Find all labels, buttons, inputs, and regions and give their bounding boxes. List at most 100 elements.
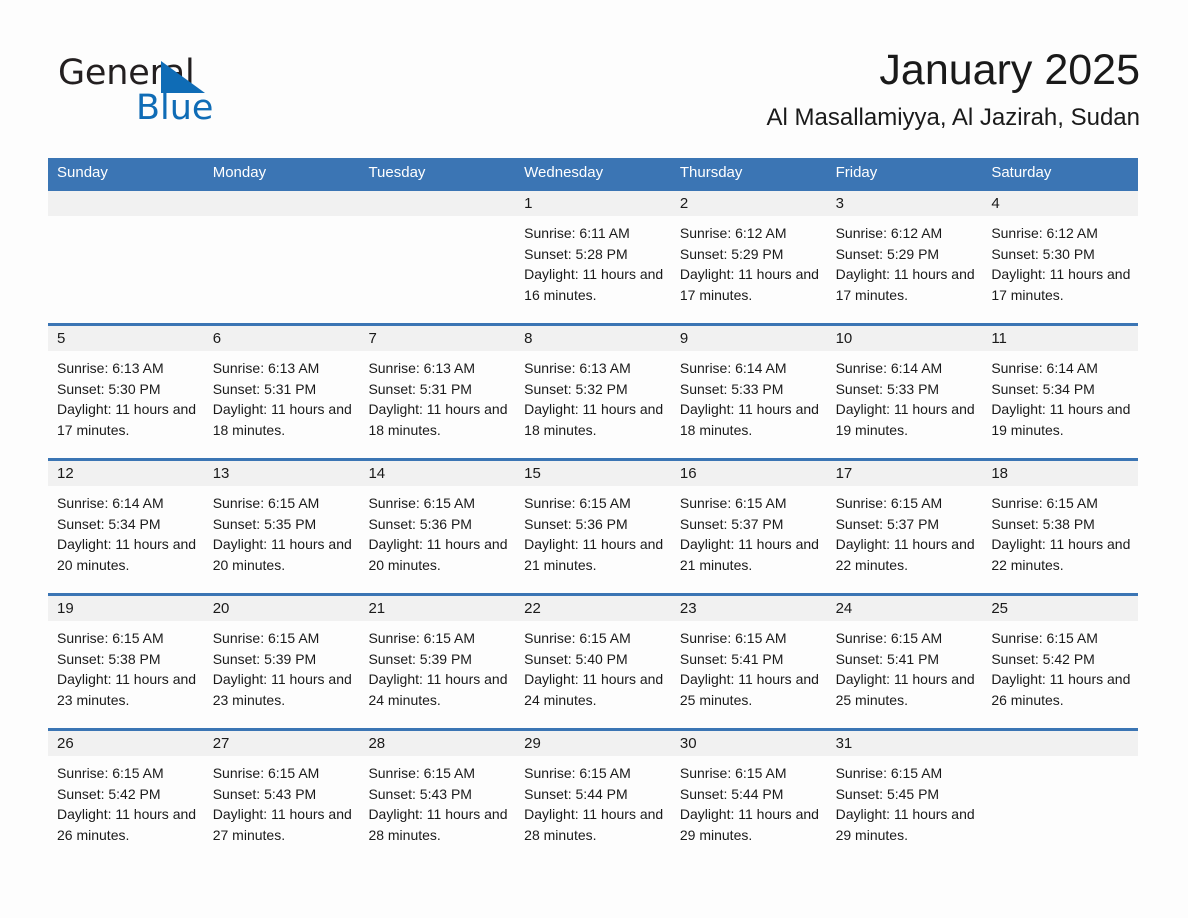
day-details: Sunrise: 6:15 AM Sunset: 5:36 PM Daylight:… [515, 486, 671, 575]
daylight-text: Daylight: 11 hours and 22 minutes. [835, 536, 975, 573]
daylight-text: Daylight: 11 hours and 26 minutes. [991, 671, 1131, 708]
sunrise-text: Sunrise: 6:14 AM [57, 495, 164, 511]
day-details: Sunrise: 6:15 AM Sunset: 5:39 PM Daylight:… [204, 621, 360, 710]
day-number-band: 24 [826, 596, 983, 621]
day-number-band: 14 [359, 461, 516, 486]
day-number-band [203, 191, 360, 216]
calendar-day-cell[interactable]: 20 Sunrise: 6:15 AM Sunset: 5:39 PM Dayligh… [203, 593, 360, 728]
daylight-text: Daylight: 11 hours and 20 minutes. [57, 536, 197, 573]
calendar-day-cell[interactable]: 25 Sunrise: 6:15 AM Sunset: 5:42 PM Dayligh… [982, 593, 1139, 728]
calendar-day-cell[interactable]: 28 Sunrise: 6:15 AM Sunset: 5:43 PM Dayligh… [359, 728, 516, 848]
daylight-text: Daylight: 11 hours and 24 minutes. [368, 671, 508, 708]
sunset-text: Sunset: 5:43 PM [368, 785, 472, 802]
day-number-band: 12 [48, 461, 204, 486]
calendar-day-cell[interactable]: 15 Sunrise: 6:15 AM Sunset: 5:36 PM Dayligh… [515, 458, 671, 593]
sunrise-text: Sunrise: 6:15 AM [524, 630, 631, 646]
page-header: General Blue January 2025 Al Masallamiyy… [48, 44, 1140, 144]
generalblue-logo[interactable]: General Blue [58, 52, 318, 138]
day-number: 14 [368, 465, 386, 482]
day-number: 30 [679, 735, 697, 752]
daylight-text: Daylight: 11 hours and 21 minutes. [524, 536, 664, 573]
weekday-header-saturday: Saturday [991, 164, 1052, 181]
day-number-band: 6 [203, 326, 360, 351]
sunrise-text: Sunrise: 6:15 AM [212, 765, 320, 781]
calendar-day-cell[interactable]: 10 Sunrise: 6:14 AM Sunset: 5:33 PM Dayligh… [826, 323, 983, 458]
day-number-band: 19 [48, 596, 204, 621]
weekday-header-sunday: Sunday [57, 164, 108, 181]
calendar-day-cell[interactable]: 26 Sunrise: 6:15 AM Sunset: 5:42 PM Dayligh… [48, 728, 204, 848]
calendar-day-cell[interactable]: 3 Sunrise: 6:12 AM Sunset: 5:29 PM Daylight… [826, 188, 983, 323]
sunset-text: Sunset: 5:45 PM [835, 785, 940, 802]
calendar-day-cell[interactable]: 19 Sunrise: 6:15 AM Sunset: 5:38 PM Dayligh… [48, 593, 204, 728]
day-number-band: 31 [826, 731, 983, 756]
calendar-day-cell[interactable]: 23 Sunrise: 6:15 AM Sunset: 5:41 PM Dayligh… [670, 593, 827, 728]
calendar-day-cell[interactable]: 17 Sunrise: 6:15 AM Sunset: 5:37 PM Dayligh… [826, 458, 983, 593]
calendar-week-row: 19 Sunrise: 6:15 AM Sunset: 5:38 PM Dayligh… [48, 593, 1139, 728]
daylight-text: Daylight: 11 hours and 20 minutes. [212, 536, 352, 573]
sunrise-text: Sunrise: 6:15 AM [212, 630, 320, 646]
sunset-text: Sunset: 5:43 PM [212, 785, 317, 802]
day-details: Sunrise: 6:15 AM Sunset: 5:42 PM Daylight:… [48, 756, 204, 845]
day-number: 5 [57, 330, 66, 347]
calendar-day-cell[interactable]: 7 Sunrise: 6:13 AM Sunset: 5:31 PM Daylight… [359, 323, 516, 458]
daylight-text: Daylight: 11 hours and 28 minutes. [368, 806, 508, 843]
day-number: 4 [991, 195, 1000, 212]
calendar-day-cell[interactable]: 29 Sunrise: 6:15 AM Sunset: 5:44 PM Dayligh… [515, 728, 671, 848]
sunset-text: Sunset: 5:29 PM [679, 245, 784, 262]
day-details: Sunrise: 6:14 AM Sunset: 5:34 PM Daylight:… [982, 351, 1138, 440]
day-details: Sunrise: 6:13 AM Sunset: 5:31 PM Daylight:… [359, 351, 515, 440]
calendar-day-cell[interactable]: 22 Sunrise: 6:15 AM Sunset: 5:40 PM Dayligh… [515, 593, 671, 728]
weekday-header-tuesday: Tuesday [368, 164, 426, 181]
calendar-day-cell[interactable]: 5 Sunrise: 6:13 AM Sunset: 5:30 PM Daylight… [48, 323, 204, 458]
sunrise-text: Sunrise: 6:12 AM [679, 225, 787, 241]
calendar-day-cell[interactable]: 21 Sunrise: 6:15 AM Sunset: 5:39 PM Dayligh… [359, 593, 516, 728]
daylight-text: Daylight: 11 hours and 23 minutes. [57, 671, 197, 708]
sunset-text: Sunset: 5:34 PM [991, 380, 1095, 397]
calendar-day-cell[interactable]: 16 Sunrise: 6:15 AM Sunset: 5:37 PM Dayligh… [670, 458, 827, 593]
day-details: Sunrise: 6:11 AM Sunset: 5:28 PM Daylight:… [515, 216, 671, 305]
sunset-text: Sunset: 5:41 PM [679, 650, 784, 667]
calendar-day-cell[interactable]: 2 Sunrise: 6:12 AM Sunset: 5:29 PM Daylight… [670, 188, 827, 323]
calendar-day-cell[interactable]: 27 Sunrise: 6:15 AM Sunset: 5:43 PM Dayligh… [203, 728, 360, 848]
daylight-text: Daylight: 11 hours and 29 minutes. [835, 806, 975, 843]
sunset-text: Sunset: 5:34 PM [57, 515, 161, 532]
day-number: 1 [524, 195, 533, 212]
sunrise-text: Sunrise: 6:12 AM [835, 225, 943, 241]
calendar-weeks: 1 Sunrise: 6:11 AM Sunset: 5:28 PM Daylight… [48, 188, 1139, 848]
calendar-day-cell[interactable]: 24 Sunrise: 6:15 AM Sunset: 5:41 PM Dayligh… [826, 593, 983, 728]
day-number: 29 [524, 735, 541, 752]
calendar-page: General Blue January 2025 Al Masallamiyy… [0, 0, 1188, 918]
day-number: 27 [212, 735, 230, 752]
calendar-day-cell[interactable]: 30 Sunrise: 6:15 AM Sunset: 5:44 PM Dayligh… [670, 728, 827, 848]
calendar-day-cell[interactable]: 14 Sunrise: 6:15 AM Sunset: 5:36 PM Dayligh… [359, 458, 516, 593]
sunset-text: Sunset: 5:37 PM [679, 515, 784, 532]
calendar-day-cell[interactable]: 8 Sunrise: 6:13 AM Sunset: 5:32 PM Daylight… [515, 323, 671, 458]
day-details: Sunrise: 6:15 AM Sunset: 5:42 PM Daylight:… [982, 621, 1138, 710]
day-number: 17 [835, 465, 853, 482]
day-number: 7 [368, 330, 377, 347]
day-number-band: 8 [515, 326, 671, 351]
day-number-band: 16 [670, 461, 827, 486]
day-details: Sunrise: 6:12 AM Sunset: 5:29 PM Daylight:… [671, 216, 827, 305]
calendar-day-cell[interactable]: 18 Sunrise: 6:15 AM Sunset: 5:38 PM Dayligh… [982, 458, 1139, 593]
day-number-band: 7 [359, 326, 516, 351]
calendar-day-cell[interactable]: 4 Sunrise: 6:12 AM Sunset: 5:30 PM Daylight… [982, 188, 1139, 323]
calendar-day-cell[interactable]: 1 Sunrise: 6:11 AM Sunset: 5:28 PM Daylight… [515, 188, 671, 323]
daylight-text: Daylight: 11 hours and 28 minutes. [524, 806, 664, 843]
calendar-day-cell[interactable]: 31 Sunrise: 6:15 AM Sunset: 5:45 PM Dayligh… [826, 728, 983, 848]
calendar-day-cell[interactable]: 13 Sunrise: 6:15 AM Sunset: 5:35 PM Dayligh… [203, 458, 360, 593]
daylight-text: Daylight: 11 hours and 27 minutes. [212, 806, 352, 843]
sunrise-text: Sunrise: 6:15 AM [57, 630, 164, 646]
day-number-band: 15 [515, 461, 671, 486]
day-number: 31 [835, 735, 853, 752]
day-number-band: 2 [670, 191, 827, 216]
calendar-day-cell[interactable]: 6 Sunrise: 6:13 AM Sunset: 5:31 PM Daylight… [203, 323, 360, 458]
calendar-day-cell[interactable]: 11 Sunrise: 6:14 AM Sunset: 5:34 PM Dayligh… [982, 323, 1139, 458]
day-number-band: 9 [670, 326, 827, 351]
calendar-day-cell[interactable]: 12 Sunrise: 6:14 AM Sunset: 5:34 PM Dayligh… [48, 458, 204, 593]
day-details: Sunrise: 6:13 AM Sunset: 5:30 PM Daylight:… [48, 351, 204, 440]
day-details: Sunrise: 6:15 AM Sunset: 5:44 PM Daylight:… [671, 756, 827, 845]
day-number-band: 20 [203, 596, 360, 621]
daylight-text: Daylight: 11 hours and 17 minutes. [57, 401, 197, 438]
calendar-day-cell[interactable]: 9 Sunrise: 6:14 AM Sunset: 5:33 PM Daylight… [670, 323, 827, 458]
